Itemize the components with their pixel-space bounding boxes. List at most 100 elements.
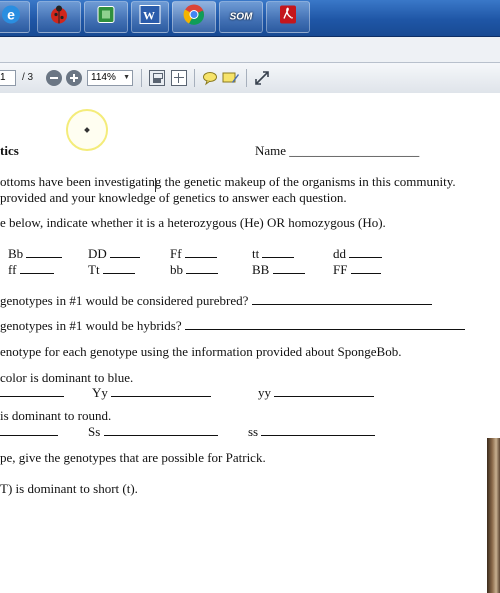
answer-blank[interactable] — [103, 424, 218, 436]
question-2-text: genotypes in #1 would be considered pure… — [0, 293, 249, 308]
taskbar-app-som[interactable]: SOM — [219, 1, 263, 33]
fit-width-icon[interactable] — [171, 70, 187, 86]
webcam-overlay — [487, 438, 500, 593]
pdf-toolbar: 1 / 3 114% ▼ — [0, 62, 500, 94]
question-4: enotype for each genotype using the info… — [0, 344, 402, 359]
svg-text:W: W — [143, 9, 155, 23]
intro-line-2: provided and your knowledge of genetics … — [0, 190, 347, 205]
text-cursor — [155, 178, 156, 192]
genotype-item: DD — [88, 246, 141, 261]
taskbar: e W SOM — [0, 0, 500, 37]
question-1: e below, indicate whether it is a hetero… — [0, 215, 386, 230]
genotype-label: bb — [170, 262, 183, 277]
taskbar-app-acrobat[interactable] — [266, 1, 310, 33]
ladybug-icon — [48, 4, 70, 31]
answer-blank[interactable] — [262, 246, 295, 258]
genotype-label: ff — [8, 262, 17, 277]
genotype-item: Bb — [8, 246, 63, 261]
chrome-icon — [182, 3, 206, 32]
reader-menu-strip — [0, 37, 500, 63]
zoom-level-select[interactable]: 114% ▼ — [87, 70, 133, 86]
comment-icon[interactable] — [202, 70, 218, 86]
genotype-item: ff — [8, 262, 54, 277]
answer-blank[interactable] — [272, 262, 305, 274]
question-4a: color is dominant to blue. — [0, 370, 134, 385]
toolbar-divider — [246, 69, 247, 87]
answer-blank[interactable] — [26, 246, 63, 258]
genotype-item: Ff — [170, 246, 217, 261]
question-2: genotypes in #1 would be considered pure… — [0, 293, 432, 308]
answer-blank[interactable] — [19, 262, 54, 274]
answer-blank[interactable] — [274, 385, 375, 397]
genotype-item — [0, 385, 64, 400]
taskbar-app-green[interactable] — [84, 1, 128, 33]
genotype-label: Bb — [8, 246, 24, 261]
highlight-icon[interactable] — [222, 70, 239, 86]
svg-text:e: e — [7, 7, 15, 23]
genotype-item: Yy — [92, 385, 212, 400]
word-icon: W — [138, 4, 162, 31]
chevron-down-icon: ▼ — [123, 74, 130, 81]
genotype-item: ss — [248, 424, 376, 439]
full-screen-icon[interactable] — [254, 70, 270, 86]
genotype-item: FF — [333, 262, 381, 277]
answer-blank[interactable] — [261, 424, 376, 436]
taskbar-app-ladybug[interactable] — [37, 1, 81, 33]
taskbar-app-chrome[interactable] — [172, 1, 216, 33]
genotype-item — [0, 424, 58, 439]
answer-blank[interactable] — [350, 262, 381, 274]
genotype-label: yy — [258, 385, 271, 400]
genotype-label: FF — [333, 262, 348, 277]
genotype-label: tt — [252, 246, 260, 261]
answer-blank[interactable] — [0, 424, 58, 436]
page-number-value: 1 — [0, 72, 6, 83]
question-3-text: genotypes in #1 would be hybrids? — [0, 318, 182, 333]
question-5a: T) is dominant to short (t). — [0, 481, 138, 496]
answer-blank[interactable] — [0, 385, 64, 397]
genotype-label: dd — [333, 246, 346, 261]
answer-blank[interactable] — [184, 318, 465, 330]
fit-page-icon[interactable] — [149, 70, 165, 86]
question-5: pe, give the genotypes that are possible… — [0, 450, 266, 465]
page-total-label: / 3 — [22, 72, 34, 83]
answer-blank[interactable] — [184, 246, 217, 258]
genotype-item: tt — [252, 246, 295, 261]
intro-line-1: ottoms have been investigating the genet… — [0, 174, 456, 189]
answer-blank[interactable] — [349, 246, 383, 258]
genotype-item: dd — [333, 246, 383, 261]
cursor-icon — [84, 127, 90, 133]
genotype-item: bb — [170, 262, 219, 277]
genotype-label: Yy — [92, 385, 108, 400]
answer-blank[interactable] — [251, 293, 432, 305]
answer-blank[interactable] — [111, 385, 212, 397]
genotype-item: BB — [252, 262, 305, 277]
zoom-out-icon[interactable] — [46, 70, 62, 86]
taskbar-app-internet-explorer[interactable]: e — [0, 1, 30, 33]
genotype-item: Tt — [88, 262, 135, 277]
zoom-in-icon[interactable] — [66, 70, 82, 86]
worksheet-title: tics — [0, 143, 19, 158]
genotype-label: Ff — [170, 246, 182, 261]
question-3: genotypes in #1 would be hybrids? — [0, 318, 465, 333]
taskbar-app-word[interactable]: W — [131, 1, 169, 33]
genotype-item: yy — [258, 385, 375, 400]
name-field-label: Name ____________________ — [255, 143, 420, 158]
zoom-value: 114% — [91, 72, 116, 83]
question-4b: is dominant to round. — [0, 408, 112, 423]
answer-blank[interactable] — [186, 262, 219, 274]
answer-blank[interactable] — [102, 262, 135, 274]
genotype-label: DD — [88, 246, 107, 261]
genotype-item: Ss — [88, 424, 218, 439]
toolbar-divider — [194, 69, 195, 87]
som-icon: SOM — [229, 11, 253, 23]
genotype-label: ss — [248, 424, 259, 439]
answer-blank[interactable] — [110, 246, 141, 258]
acrobat-icon — [277, 4, 299, 31]
cursor-highlight — [66, 109, 108, 151]
page-number-input[interactable]: 1 — [0, 70, 16, 86]
green-app-icon — [95, 4, 117, 31]
toolbar-divider — [141, 69, 142, 87]
genotype-label: Ss — [88, 424, 101, 439]
internet-explorer-icon: e — [0, 4, 22, 31]
pdf-document-page: tics Name ____________________ ottoms ha… — [0, 93, 500, 593]
